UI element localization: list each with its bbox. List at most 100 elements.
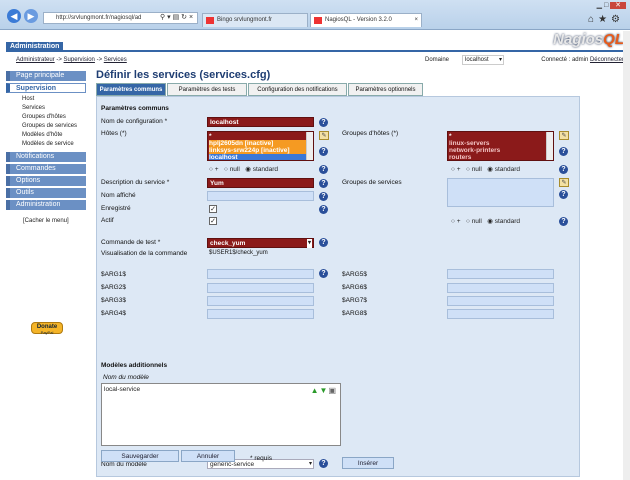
arg3-input[interactable] — [207, 296, 314, 306]
help-icon[interactable]: ? — [319, 459, 328, 468]
arg2-input[interactable] — [207, 283, 314, 293]
compat-icon[interactable]: ▤ — [173, 14, 180, 21]
config-name-input[interactable]: localhost — [207, 117, 314, 127]
maximize-icon[interactable]: □ — [604, 2, 608, 9]
dropdown-icon[interactable]: ▾ — [167, 14, 171, 21]
trash-icon[interactable]: ▣ — [328, 386, 337, 395]
list-option[interactable]: network-printers — [449, 147, 552, 154]
insert-button[interactable]: Insérer — [342, 457, 394, 469]
sidebar-item-label: Outils — [16, 189, 34, 196]
sidebar-sub-hostgroups[interactable]: Groupes d'hôtes — [6, 113, 86, 122]
save-button[interactable]: Sauvegarder — [101, 450, 179, 462]
display-name-label: Nom affiché — [101, 192, 136, 199]
sidebar-sub-servicetemplates[interactable]: Modèles de service — [6, 140, 86, 149]
settings-icon[interactable]: ⚙ — [611, 14, 624, 25]
back-icon[interactable]: ◀ — [7, 9, 21, 23]
sidebar-item-supervision[interactable]: Supervision — [6, 83, 86, 93]
help-icon[interactable]: ? — [319, 205, 328, 214]
display-name-input[interactable] — [207, 191, 314, 201]
list-option[interactable]: linux-servers — [449, 140, 552, 147]
sidebar-item-notifications[interactable]: Notifications — [6, 152, 86, 162]
logout-link[interactable]: Déconnecter — [590, 57, 624, 63]
help-icon[interactable]: ? — [559, 165, 568, 174]
list-item[interactable]: local-service — [104, 386, 140, 393]
help-icon[interactable]: ? — [319, 192, 328, 201]
hostgroups-radio-group[interactable]: ○ + ○ null ◉ standard — [451, 165, 520, 173]
favorites-icon[interactable]: ★ — [598, 14, 611, 25]
tab-checks[interactable]: Paramètres des tests — [167, 83, 247, 96]
donate-button[interactable]: Donate PayPal — [31, 322, 63, 335]
sidebar-item-commands[interactable]: Commandes — [6, 164, 86, 174]
sidebar-item-tools[interactable]: Outils — [6, 188, 86, 198]
hosts-listbox[interactable]: * hplj2605dn [inactive] linksys-srw224p … — [207, 131, 314, 161]
forward-icon[interactable]: ▶ — [24, 9, 38, 23]
servicegroups-radio-group[interactable]: ○ + ○ null ◉ standard — [451, 217, 520, 225]
refresh-icon[interactable]: ↻ — [181, 14, 187, 21]
list-option[interactable]: linksys-srw224p [inactive] — [209, 147, 312, 154]
close-icon[interactable]: × — [189, 14, 193, 21]
help-icon[interactable]: ? — [559, 217, 568, 226]
list-option[interactable]: routers — [449, 154, 552, 160]
tab-optional[interactable]: Paramètres optionnels — [348, 83, 423, 96]
browser-tab-2[interactable]: NagiosQL - Version 3.2.0 × — [310, 13, 422, 27]
breadcrumb-services[interactable]: Services — [104, 57, 127, 63]
arg6-input[interactable] — [447, 283, 554, 293]
help-icon[interactable]: ? — [319, 269, 328, 278]
sidebar-sub-servicegroups[interactable]: Groupes de services — [6, 122, 86, 131]
help-icon[interactable]: ? — [319, 238, 328, 247]
breadcrumb-admin[interactable]: Administrateur — [16, 57, 55, 63]
help-icon[interactable]: ? — [319, 118, 328, 127]
sidebar-item-options[interactable]: Options — [6, 176, 86, 186]
cancel-button[interactable]: Annuler — [181, 450, 235, 462]
help-icon[interactable]: ? — [559, 190, 568, 199]
hide-menu-link[interactable]: [Cacher le menu] — [23, 218, 69, 224]
arg8-input[interactable] — [447, 309, 554, 319]
minimize-icon[interactable]: ▁ — [597, 2, 602, 9]
arg7-input[interactable] — [447, 296, 554, 306]
list-option[interactable]: hplj2605dn [inactive] — [209, 140, 312, 147]
check-cmd-select[interactable]: check_yum ▾ — [207, 238, 314, 248]
sidebar-sub-host[interactable]: Host — [6, 95, 86, 104]
page-scrollbar[interactable] — [623, 31, 630, 480]
domain-select[interactable]: localhost ▾ — [462, 55, 504, 65]
sidebar-sub-hosttemplates[interactable]: Modèles d'hôte — [6, 131, 86, 140]
scrollbar[interactable] — [546, 132, 553, 160]
registered-checkbox[interactable]: ✓ — [209, 205, 217, 213]
sidebar-item-administration[interactable]: Administration — [6, 200, 86, 210]
sidebar-item-label: Commandes — [16, 165, 56, 172]
search-icon[interactable]: ⚲ — [160, 14, 165, 21]
arg4-input[interactable] — [207, 309, 314, 319]
service-desc-input[interactable]: Yum — [207, 178, 314, 188]
help-icon[interactable]: ? — [319, 165, 328, 174]
hosts-radio-group[interactable]: ○ + ○ null ◉ standard — [209, 165, 278, 173]
home-icon[interactable]: ⌂ — [588, 14, 598, 25]
servicegroups-listbox[interactable] — [447, 178, 554, 207]
browser-tab-1[interactable]: Bingo srvlungmont.fr — [202, 13, 308, 27]
edit-icon[interactable]: ✎ — [319, 131, 329, 140]
breadcrumb-supervision[interactable]: Supervision — [64, 57, 95, 63]
tab-notifications[interactable]: Configuration des notifications — [248, 83, 347, 96]
sidebar-sub-services[interactable]: Services — [6, 104, 86, 113]
sidebar-item-main[interactable]: Page principale — [6, 71, 86, 81]
arrow-up-icon[interactable]: ▲ — [311, 386, 320, 395]
help-icon[interactable]: ? — [319, 147, 328, 156]
scrollbar[interactable] — [306, 132, 313, 160]
help-icon[interactable]: ? — [319, 179, 328, 188]
arg1-input[interactable] — [207, 269, 314, 279]
list-option[interactable]: * — [449, 133, 552, 140]
list-option[interactable]: localhost — [209, 154, 312, 160]
template-list[interactable]: local-service ▲▼▣ — [101, 383, 341, 446]
browser-chrome: ◀ ▶ http://srvlungmont.fr/nagiosql/ad ⚲ … — [0, 0, 630, 30]
edit-icon[interactable]: ✎ — [559, 178, 569, 187]
arg5-input[interactable] — [447, 269, 554, 279]
list-option[interactable]: * — [209, 133, 312, 140]
url-text: http://srvlungmont.fr/nagiosql/ad — [56, 15, 142, 21]
active-checkbox[interactable]: ✓ — [209, 217, 217, 225]
window-close-icon[interactable]: ✕ — [610, 2, 626, 9]
hostgroups-listbox[interactable]: * linux-servers network-printers routers — [447, 131, 554, 161]
close-tab-icon[interactable]: × — [414, 14, 418, 27]
edit-icon[interactable]: ✎ — [559, 131, 569, 140]
help-icon[interactable]: ? — [559, 147, 568, 156]
radio-null-label: null — [229, 166, 240, 173]
tab-common[interactable]: Paramètres communs — [96, 83, 166, 96]
